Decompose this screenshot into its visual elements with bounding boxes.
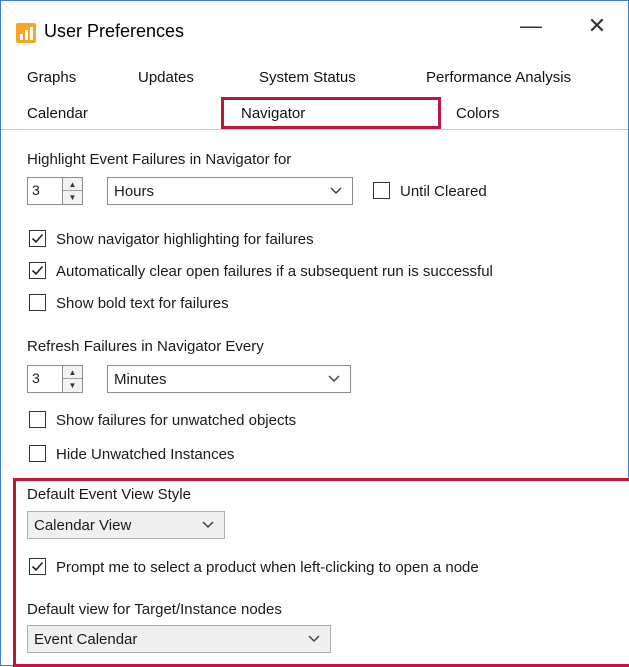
- stepper-down-icon[interactable]: ▼: [63, 379, 82, 392]
- highlight-duration-stepper[interactable]: 3 ▲ ▼: [27, 177, 83, 205]
- refresh-interval-stepper[interactable]: 3 ▲ ▼: [27, 365, 83, 393]
- checkmark-icon: [31, 233, 44, 244]
- tab-colors[interactable]: Colors: [456, 105, 499, 122]
- refresh-label: Refresh Failures in Navigator Every: [27, 338, 264, 355]
- refresh-interval-value: 3: [32, 370, 40, 386]
- event-view-label: Default Event View Style: [27, 486, 191, 503]
- title-bar: User Preferences — ✕: [1, 1, 628, 47]
- stepper-up-icon[interactable]: ▲: [63, 178, 82, 191]
- show-navigator-highlighting-label: Show navigator highlighting for failures: [56, 231, 314, 248]
- minimize-button[interactable]: —: [511, 11, 551, 41]
- chevron-down-icon: [330, 187, 342, 195]
- until-cleared-label: Until Cleared: [400, 183, 487, 200]
- bold-text-checkbox[interactable]: [29, 294, 46, 311]
- highlight-unit-select[interactable]: Hours: [107, 177, 353, 205]
- bold-text-label: Show bold text for failures: [56, 295, 229, 312]
- until-cleared-checkbox[interactable]: [373, 182, 390, 199]
- target-view-select[interactable]: Event Calendar: [27, 625, 331, 653]
- chevron-down-icon: [308, 635, 320, 643]
- app-chart-icon: [16, 23, 36, 43]
- window-title: User Preferences: [44, 21, 185, 41]
- event-view-select[interactable]: Calendar View: [27, 511, 225, 539]
- chevron-down-icon: [202, 521, 214, 529]
- unwatched-failures-label: Show failures for unwatched objects: [56, 412, 297, 429]
- event-view-value: Calendar View: [34, 517, 132, 534]
- hide-unwatched-checkbox[interactable]: [29, 445, 46, 462]
- highlight-unit-value: Hours: [114, 183, 155, 200]
- stepper-up-icon[interactable]: ▲: [63, 366, 82, 379]
- show-navigator-highlighting-checkbox[interactable]: [29, 230, 46, 247]
- minimize-icon: —: [520, 13, 542, 38]
- prompt-product-checkbox[interactable]: [29, 558, 46, 575]
- prompt-product-label: Prompt me to select a product when left-…: [56, 559, 479, 576]
- close-icon: ✕: [587, 13, 607, 38]
- refresh-unit-select[interactable]: Minutes: [107, 365, 351, 393]
- checkmark-icon: [31, 561, 44, 572]
- stepper-arrows[interactable]: ▲ ▼: [62, 366, 82, 392]
- unwatched-failures-checkbox[interactable]: [29, 411, 46, 428]
- checkmark-icon: [31, 265, 44, 276]
- highlight-label: Highlight Event Failures in Navigator fo…: [27, 151, 292, 168]
- user-preferences-window: User Preferences — ✕ Graphs Updates Syst…: [0, 0, 629, 667]
- refresh-unit-value: Minutes: [114, 371, 167, 388]
- tab-system-status[interactable]: System Status: [259, 69, 356, 86]
- tab-divider: [1, 129, 628, 130]
- tab-graphs[interactable]: Graphs: [27, 69, 76, 86]
- highlight-duration-value: 3: [32, 182, 40, 198]
- stepper-down-icon[interactable]: ▼: [63, 191, 82, 204]
- tab-performance-analysis[interactable]: Performance Analysis: [426, 69, 571, 86]
- hide-unwatched-label: Hide Unwatched Instances: [56, 446, 235, 463]
- target-view-value: Event Calendar: [34, 631, 138, 648]
- target-view-label: Default view for Target/Instance nodes: [27, 601, 282, 618]
- tab-navigator[interactable]: Navigator: [241, 105, 305, 122]
- chevron-down-icon: [328, 375, 340, 383]
- auto-clear-failures-label: Automatically clear open failures if a s…: [56, 263, 493, 280]
- tab-updates[interactable]: Updates: [138, 69, 194, 86]
- auto-clear-failures-checkbox[interactable]: [29, 262, 46, 279]
- close-button[interactable]: ✕: [577, 11, 617, 41]
- stepper-arrows[interactable]: ▲ ▼: [62, 178, 82, 204]
- tab-calendar[interactable]: Calendar: [27, 105, 88, 122]
